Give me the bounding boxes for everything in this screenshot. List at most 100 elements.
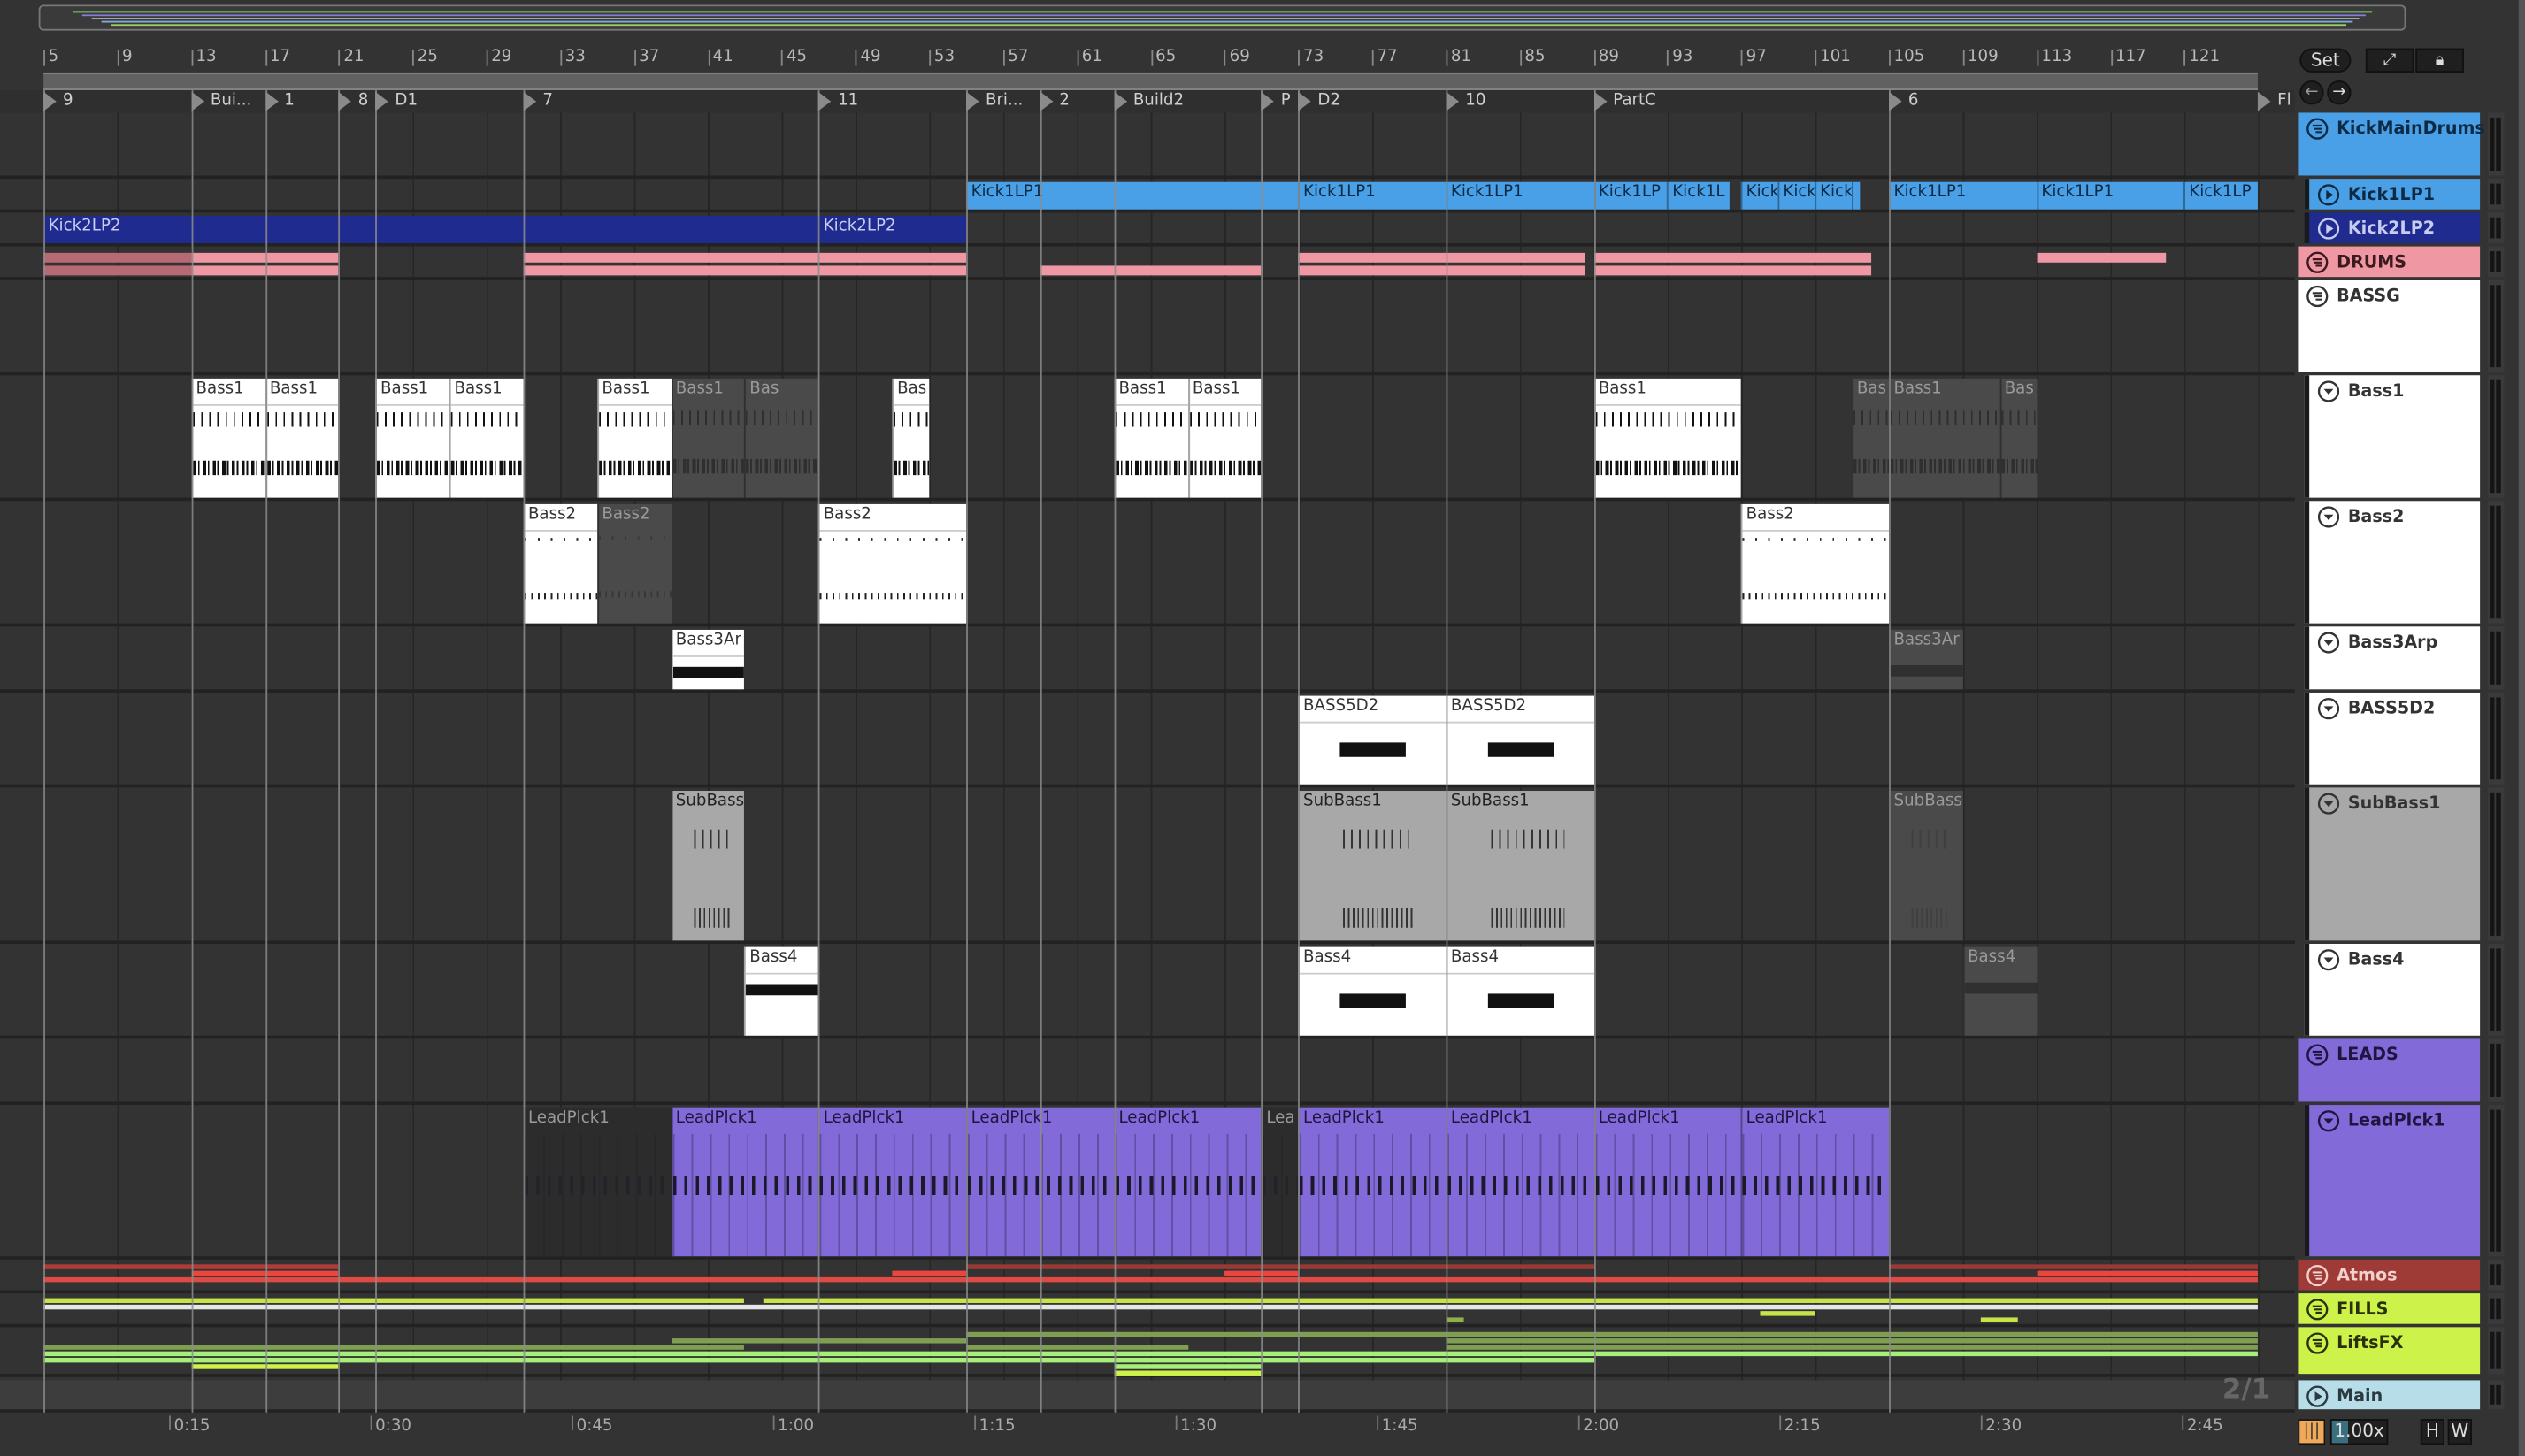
drum-clip[interactable] [1593, 249, 1871, 278]
group-icon[interactable] [2306, 251, 2329, 273]
locator[interactable]: 2 [1040, 90, 1070, 112]
track-header-drums[interactable]: DRUMS [2298, 246, 2481, 278]
track-header-kick1lp1[interactable]: Kick1LP1 [2304, 179, 2481, 210]
track-header-bass4[interactable]: Bass4 [2304, 943, 2481, 1036]
fit-width-button[interactable]: W [2447, 1419, 2473, 1445]
play-icon[interactable] [2317, 218, 2340, 240]
clip[interactable]: Kick1LP1 [2036, 181, 2184, 210]
clip[interactable]: Kick [1777, 181, 1815, 210]
track-header-kickmaindrums[interactable]: KickMainDrums [2298, 112, 2485, 176]
track-header-bass1[interactable]: Bass1 [2304, 375, 2481, 498]
clip[interactable] [1852, 181, 1860, 210]
clip[interactable]: LeadPlck1 [523, 1107, 672, 1257]
locator[interactable]: D2 [1298, 90, 1340, 112]
clip[interactable]: Bas [744, 378, 819, 498]
clip[interactable]: Bass2 [596, 503, 672, 624]
group-icon[interactable] [2306, 118, 2329, 140]
loop-brace[interactable] [43, 72, 2258, 90]
clip[interactable]: Bass1 [449, 378, 524, 498]
play-icon[interactable] [2306, 1385, 2329, 1407]
track-header-bass5d2[interactable]: BASS5D2 [2304, 692, 2481, 785]
zoom-field[interactable]: 1.00x [2329, 1419, 2389, 1445]
fold-icon[interactable] [2317, 948, 2340, 971]
clip[interactable]: SubBass1 [1298, 791, 1447, 941]
clip[interactable]: LeadPlck1 [671, 1107, 819, 1257]
drum-clip[interactable] [1298, 249, 1585, 278]
track-header-leadplck1[interactable]: LeadPlck1 [2304, 1105, 2481, 1257]
locator[interactable]: Bui... [191, 90, 251, 112]
clip[interactable]: Bass2 [818, 503, 967, 624]
locator[interactable]: 7 [523, 90, 553, 112]
arrangement-overview[interactable] [38, 4, 2406, 31]
clip[interactable]: Bass1 [265, 378, 339, 498]
clip[interactable]: Kick [1741, 181, 1778, 210]
clip[interactable]: Bass3Ar [1889, 629, 1963, 690]
track-header-liftsfx[interactable]: LiftsFX [2298, 1327, 2481, 1375]
locator[interactable]: 8 [338, 90, 368, 112]
locator[interactable]: 1 [265, 90, 295, 112]
clip[interactable]: Lea [1261, 1107, 1299, 1257]
track-header-bassg[interactable]: BASSG [2298, 280, 2481, 372]
clip[interactable]: Bass2 [523, 503, 597, 624]
clip[interactable]: LeadPlck1 [1298, 1107, 1447, 1257]
track-header-fills[interactable]: FILLS [2298, 1293, 2481, 1324]
fit-height-button[interactable]: H [2420, 1419, 2445, 1445]
locator[interactable]: D1 [375, 90, 418, 112]
clip[interactable]: Bass1 [1889, 378, 2000, 498]
clip[interactable]: Bass4 [1298, 946, 1447, 1036]
audio-waveform-button[interactable]: ||| [2298, 1419, 2326, 1445]
clip[interactable]: Kick1LP1 [1446, 181, 1594, 210]
locator[interactable]: Bri... [966, 90, 1023, 112]
drum-clip[interactable] [43, 249, 192, 278]
clip[interactable]: Bass4 [1446, 946, 1594, 1036]
clip[interactable]: LeadPlck1 [966, 1107, 1114, 1257]
clip[interactable]: LeadPlck1 [1593, 1107, 1742, 1257]
clip[interactable]: LeadPlck1 [1741, 1107, 1890, 1257]
clip[interactable]: Kick1LP1 [966, 181, 1299, 210]
track-header-main[interactable]: Main [2298, 1380, 2481, 1410]
fold-icon[interactable] [2317, 380, 2340, 402]
clip[interactable]: SubBass [671, 791, 745, 941]
group-icon[interactable] [2306, 1264, 2329, 1287]
clip[interactable]: Bass1 [191, 378, 265, 498]
clip[interactable]: Bass1 [671, 378, 745, 498]
locator[interactable]: Fl [2258, 90, 2291, 112]
clip[interactable]: Kick [1815, 181, 1853, 210]
clip[interactable]: Bass1 [375, 378, 450, 498]
drum-clip[interactable] [1040, 249, 1262, 278]
clip[interactable]: BASS5D2 [1298, 695, 1447, 785]
clip[interactable]: Bass1 [1593, 378, 1742, 498]
expand-button[interactable]: ⤢ [2365, 48, 2414, 73]
track-header-bass3arp[interactable]: Bass3Arp [2304, 626, 2481, 690]
locator[interactable]: 6 [1889, 90, 1919, 112]
group-icon[interactable] [2306, 1044, 2329, 1066]
drum-clip[interactable] [2036, 249, 2166, 278]
drum-clip[interactable] [191, 249, 339, 278]
track-header-subbass1[interactable]: SubBass1 [2304, 787, 2481, 941]
clip[interactable]: BASS5D2 [1446, 695, 1594, 785]
clip[interactable]: Kick1LP [1593, 181, 1668, 210]
track-header-atmos[interactable]: Atmos [2298, 1259, 2481, 1291]
fold-icon[interactable] [2317, 697, 2340, 720]
clip[interactable]: Bas [892, 378, 930, 498]
group-icon[interactable] [2306, 1299, 2329, 1321]
clip[interactable]: SubBass1 [1446, 791, 1594, 941]
bar-ruler[interactable]: 5 9 13 17 21 25 29 33 37 41 45 49 53 57 61 65 69 73 77 81 85… [43, 45, 2260, 73]
track-header-kick2lp2[interactable]: Kick2LP2 [2304, 212, 2481, 243]
clip[interactable]: Bass1 [1187, 378, 1262, 498]
forward-button[interactable]: → [2327, 80, 2352, 105]
clip[interactable]: Kick1L [1667, 181, 1731, 210]
clip[interactable]: Kick1LP1 [1889, 181, 2037, 210]
fold-icon[interactable] [2317, 632, 2340, 654]
clip[interactable]: Kick2LP2 [818, 215, 967, 243]
clip[interactable]: Bass4 [744, 946, 819, 1036]
clip[interactable]: Bass2 [1741, 503, 1890, 624]
locator[interactable]: 11 [818, 90, 858, 112]
clip[interactable]: Bass4 [1962, 946, 2037, 1036]
drum-clip[interactable] [523, 249, 967, 278]
group-icon[interactable] [2306, 1332, 2329, 1354]
locator[interactable]: 10 [1446, 90, 1485, 112]
fold-icon[interactable] [2317, 793, 2340, 815]
play-icon[interactable] [2317, 184, 2340, 206]
clip[interactable]: Kick1LP1 [1298, 181, 1447, 210]
